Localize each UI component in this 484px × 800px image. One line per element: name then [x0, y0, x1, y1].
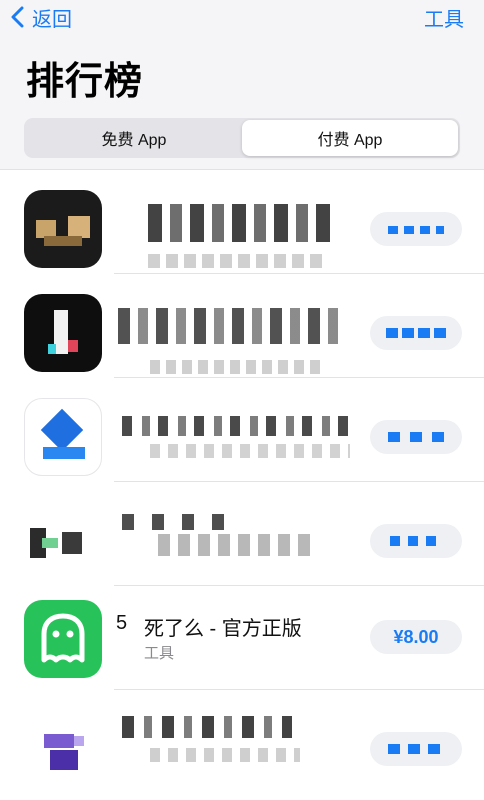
app-category: 工具: [144, 645, 175, 662]
chevron-left-icon: [11, 6, 24, 28]
app-name: 死了么 - 官方正版: [144, 618, 302, 640]
pixelated-text: [122, 514, 242, 530]
app-icon: [24, 190, 102, 268]
price-button[interactable]: [370, 732, 462, 766]
list-item[interactable]: [0, 170, 484, 274]
price-button[interactable]: ¥8.00: [370, 620, 462, 654]
tools-link[interactable]: 工具: [424, 4, 464, 31]
segmented-control: 免费 App 付费 App: [24, 118, 460, 158]
list-item[interactable]: [0, 378, 484, 482]
ghost-icon: [24, 600, 102, 678]
price-button[interactable]: [370, 316, 462, 350]
pixelated-text: [148, 254, 328, 268]
page-title: 排行榜: [26, 61, 144, 103]
price-button[interactable]: [370, 212, 462, 246]
pixelated-text: [118, 308, 340, 344]
tab-paid-apps[interactable]: 付费 App: [242, 120, 458, 156]
pixelated-text: [158, 534, 318, 556]
tab-free-apps[interactable]: 免费 App: [26, 120, 242, 156]
back-label: 返回: [32, 8, 72, 31]
list-item[interactable]: 5 死了么 - 官方正版 工具 ¥8.00: [0, 586, 484, 690]
pixelated-text: [148, 204, 338, 242]
app-icon: [24, 502, 102, 580]
app-icon: [24, 294, 102, 372]
price-button[interactable]: [370, 524, 462, 558]
pixelated-text: [150, 360, 320, 374]
pixelated-text: [122, 716, 292, 738]
pixelated-text: [150, 748, 300, 762]
header: 返回 工具 排行榜 免费 App 付费 App: [0, 0, 484, 170]
pixelated-text: [122, 416, 350, 436]
rank-number: 5: [116, 612, 128, 634]
app-icon: [24, 398, 102, 476]
price-button[interactable]: [370, 420, 462, 454]
pixelated-text: [150, 444, 350, 458]
back-button[interactable]: 返回: [10, 4, 72, 31]
list-item[interactable]: [0, 274, 484, 378]
app-icon: [24, 710, 102, 788]
list-item[interactable]: [0, 690, 484, 794]
list-item[interactable]: [0, 482, 484, 586]
